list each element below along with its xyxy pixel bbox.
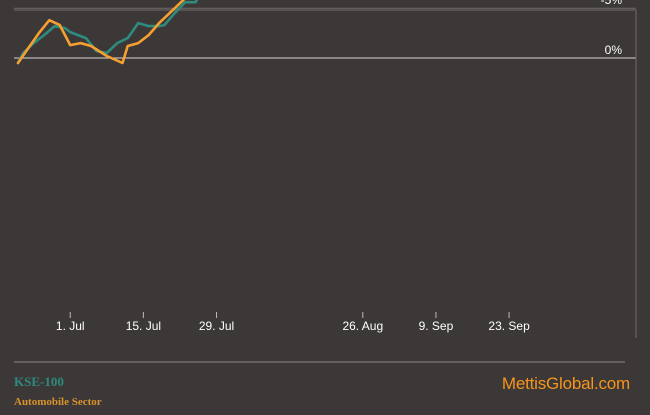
series-line-automobile-sector [16, 0, 186, 65]
brand-logo: MettisGlobal.com [501, 374, 630, 393]
x-tick-label: 1. Jul [56, 319, 85, 333]
legend-automobile-sector: Automobile Sector [14, 396, 102, 408]
series-lines [16, 0, 199, 65]
x-tick-label: 9. Sep [419, 319, 454, 333]
y-tick-label: 0% [605, 43, 623, 57]
x-tick-label: 23. Sep [488, 319, 530, 333]
gridlines [14, 7, 637, 363]
x-tick-label: 29. Jul [199, 319, 234, 333]
y-tick-label: -5% [601, 0, 623, 7]
x-tick-label: 26. Aug [342, 319, 383, 333]
x-tick-label: 15. Jul [126, 319, 161, 333]
chart: 0%-5%-10%-15%-20%-25% 1. Jul15. Jul29. J… [14, 0, 637, 363]
series-line-kse-100 [16, 0, 199, 65]
legend-kse-100: KSE-100 [14, 374, 64, 389]
x-axis-ticks: 1. Jul 15. Jul 29. Jul 26. Aug 9. Sep 23. Sep [56, 312, 530, 333]
